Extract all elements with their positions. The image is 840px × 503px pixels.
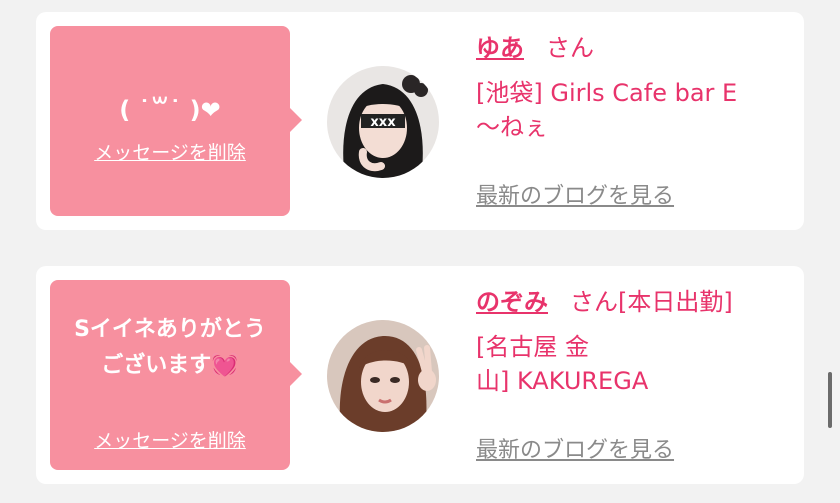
- message-text: ( ˙꒳˙ )❤: [119, 96, 221, 124]
- svg-text:xxx: xxx: [370, 115, 396, 130]
- message-bubble: ( ˙꒳˙ )❤ メッセージを削除: [50, 26, 302, 216]
- message-bubble: Sイイネありがとうございます💓 メッセージを削除: [50, 280, 302, 470]
- sender-name-link[interactable]: ゆあ: [476, 34, 524, 62]
- shop-line: 〜ねぇ: [476, 113, 548, 141]
- shop-line: 山] KAKUREGA: [476, 367, 649, 395]
- avatar[interactable]: [327, 320, 439, 432]
- message-text: Sイイネありがとうございます💓: [50, 312, 290, 384]
- latest-blog-link[interactable]: 最新のブログを見る: [476, 432, 674, 464]
- delete-message-link[interactable]: メッセージを削除: [50, 426, 290, 453]
- delete-message-link[interactable]: メッセージを削除: [50, 138, 290, 165]
- shop-name: [池袋] Girls Cafe bar E 〜ねぇ: [476, 76, 796, 144]
- scrollbar-thumb[interactable]: [828, 372, 832, 428]
- sender-name-line: ゆあ さん: [476, 28, 594, 63]
- shop-line: [池袋] Girls Cafe bar E: [476, 79, 738, 107]
- shop-name: [名古屋 金 山] KAKUREGA: [476, 330, 796, 398]
- heart-icon: 💓: [211, 353, 239, 378]
- message-card: Sイイネありがとうございます💓 メッセージを削除 のぞみ さん[本日出勤] [名古…: [36, 266, 804, 484]
- shop-line: [名古屋 金: [476, 333, 589, 361]
- avatar[interactable]: xxx: [327, 66, 439, 178]
- sender-suffix: さん: [546, 34, 594, 62]
- sender-name-line: のぞみ さん[本日出勤]: [476, 282, 733, 317]
- sender-name-link[interactable]: のぞみ: [476, 288, 548, 316]
- message-card: ( ˙꒳˙ )❤ メッセージを削除 xxx ゆあ さん [池袋] Girls Ca…: [36, 12, 804, 230]
- latest-blog-link[interactable]: 最新のブログを見る: [476, 178, 674, 210]
- sender-suffix: さん[本日出勤]: [570, 288, 733, 316]
